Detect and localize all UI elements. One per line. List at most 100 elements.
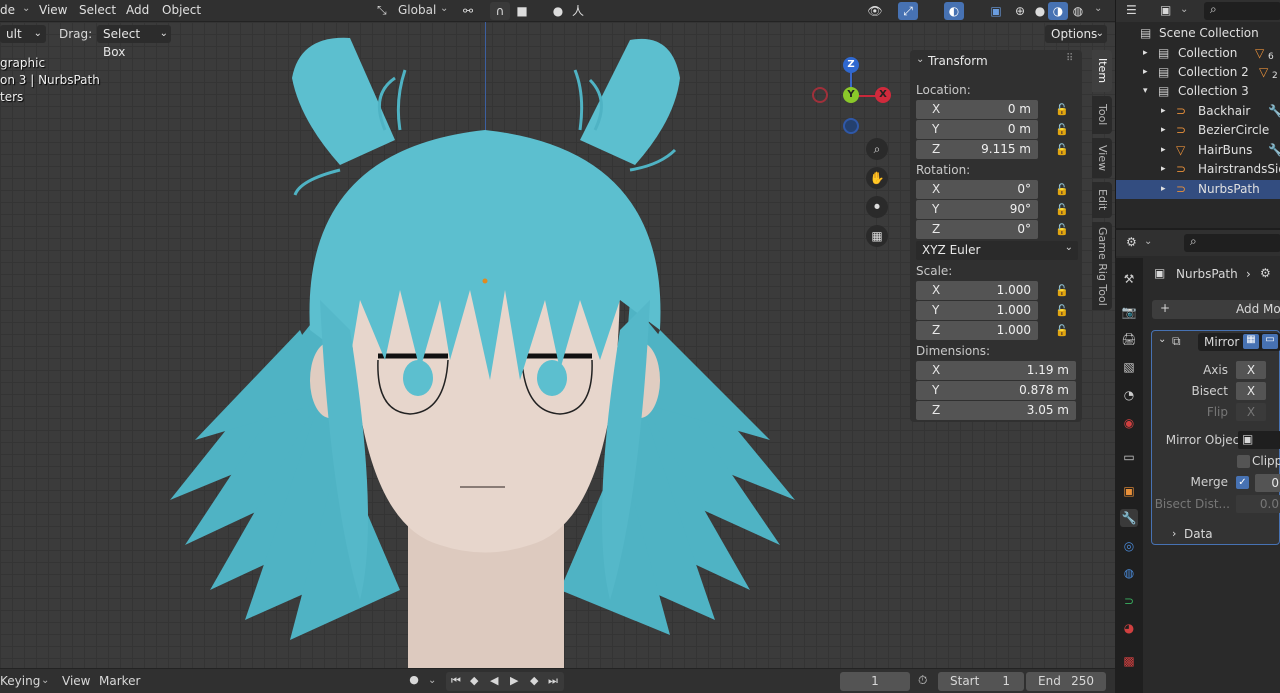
object-tab-icon[interactable]: ▣ — [1120, 482, 1138, 500]
jump-start-icon[interactable]: ⏮ — [451, 674, 461, 688]
menu-view[interactable]: View — [39, 3, 67, 17]
zoom-icon[interactable]: ⌕ — [866, 138, 888, 160]
location-x-field[interactable]: X 0 m — [916, 100, 1038, 119]
gizmo-toggle-icon[interactable]: ⤢ — [898, 2, 918, 20]
tab-edit[interactable]: Edit — [1092, 182, 1112, 218]
snap-target-icon[interactable]: ■ — [512, 2, 532, 20]
falloff-icon[interactable]: 人 — [568, 2, 588, 20]
scene-tab-icon[interactable]: ◔ — [1120, 386, 1138, 404]
hand-pan-icon[interactable]: ✋ — [866, 167, 888, 189]
dimensions-z-field[interactable]: Z 3.05 m — [916, 401, 1076, 420]
chevron-right-icon[interactable]: ▸ — [1143, 44, 1148, 63]
navigation-gizmo[interactable]: Z Y X — [810, 56, 895, 141]
edit-mode-toggle-icon[interactable]: ▦ — [1243, 334, 1259, 349]
menu-select[interactable]: Select — [79, 3, 116, 17]
tab-item[interactable]: Item — [1092, 50, 1112, 92]
outliner-item-collection[interactable]: ▸ ▤ Collection ▽ 6 — [1116, 44, 1280, 63]
menu-marker[interactable]: Marker — [99, 674, 140, 688]
bisect-x-toggle[interactable]: X — [1236, 382, 1266, 400]
lock-icon[interactable]: 🔓 — [1055, 103, 1069, 117]
dimensions-y-field[interactable]: Y 0.878 m — [916, 381, 1076, 400]
gizmo-z-axis[interactable]: Z — [843, 57, 859, 73]
chevron-right-icon[interactable]: ▸ — [1161, 121, 1166, 140]
current-frame-field[interactable]: 1 — [840, 672, 910, 691]
proportional-edit-icon[interactable]: ● — [548, 2, 568, 20]
snap-icon[interactable]: ∩ — [490, 2, 510, 20]
drag-handle-icon[interactable]: ⠿ — [1066, 53, 1073, 64]
scale-x-field[interactable]: X 1.000 — [916, 281, 1038, 300]
lock-icon[interactable]: 🔓 — [1055, 123, 1069, 137]
tool-tab-icon[interactable]: ⚒ — [1120, 270, 1138, 288]
rotation-z-field[interactable]: Z 0° — [916, 220, 1038, 239]
gizmo-y-axis[interactable]: Y — [843, 87, 859, 103]
modifier-name-field[interactable]: Mirror ▦ ▭ — [1198, 333, 1280, 351]
outliner-item-collection-3[interactable]: ▾ ▤ Collection 3 — [1116, 82, 1280, 101]
play-icon[interactable]: ▶ — [510, 674, 518, 687]
viewport-toggle-icon[interactable]: ▭ — [1262, 334, 1278, 349]
outliner-item-beziercircle[interactable]: ▸ ⊃ BezierCircle — [1116, 121, 1280, 140]
lock-icon[interactable]: 🔓 — [1055, 304, 1069, 318]
end-frame-field[interactable]: End 250 — [1026, 672, 1106, 691]
object-data-tab-icon[interactable]: ⊃ — [1120, 592, 1138, 610]
lock-icon[interactable]: 🔓 — [1055, 284, 1069, 298]
tab-view[interactable]: View — [1092, 138, 1112, 178]
menu-keying[interactable]: Keying — [0, 674, 40, 688]
location-z-field[interactable]: Z 9.115 m — [916, 140, 1038, 159]
chevron-down-icon[interactable]: ⌄ — [916, 54, 924, 65]
render-tab-icon[interactable]: 📷 — [1120, 303, 1138, 321]
lock-icon[interactable]: 🔓 — [1055, 143, 1069, 157]
location-y-field[interactable]: Y 0 m — [916, 120, 1038, 139]
axis-x-toggle[interactable]: X — [1236, 361, 1266, 379]
prev-keyframe-icon[interactable]: ◆ — [470, 674, 478, 687]
visibility-icon[interactable]: 👁 — [865, 2, 885, 20]
gizmo-neg-z[interactable] — [843, 118, 859, 134]
output-tab-icon[interactable]: 🖨 — [1120, 330, 1138, 348]
record-icon[interactable]: ● — [404, 673, 424, 691]
clipping-checkbox[interactable] — [1237, 455, 1250, 468]
lock-icon[interactable]: 🔓 — [1055, 203, 1069, 217]
material-tab-icon[interactable]: ◕ — [1120, 619, 1138, 637]
chevron-right-icon[interactable]: ▸ — [1161, 141, 1166, 160]
data-subpanel-label[interactable]: Data — [1184, 527, 1213, 541]
world-tab-icon[interactable]: ◉ — [1120, 414, 1138, 432]
chevron-down-icon[interactable]: ⌄ — [1158, 334, 1166, 345]
camera-icon[interactable]: ⏺ — [866, 196, 888, 218]
bisect-distance-field[interactable]: 0.0 — [1236, 495, 1280, 513]
rotation-y-field[interactable]: Y 90° — [916, 200, 1038, 219]
display-mode-icon[interactable]: ▣ — [1160, 3, 1171, 17]
menu-object[interactable]: Object — [162, 3, 201, 17]
scale-y-field[interactable]: Y 1.000 — [916, 301, 1038, 320]
properties-editor-icon[interactable]: ⚙ — [1126, 235, 1137, 249]
transform-orientation-dropdown[interactable]: ⤡ Global ⌄ — [374, 2, 452, 20]
pivot-point-icon[interactable]: ⚯ — [458, 2, 478, 20]
chevron-down-icon[interactable]: ▾ — [1143, 82, 1148, 101]
chevron-right-icon[interactable]: ▸ — [1161, 180, 1166, 199]
scale-z-field[interactable]: Z 1.000 — [916, 321, 1038, 340]
physics-tab-icon[interactable]: ◍ — [1120, 564, 1138, 582]
lock-icon[interactable]: 🔓 — [1055, 324, 1069, 338]
mirror-object-field[interactable]: ▣ — [1238, 431, 1280, 449]
stopwatch-icon[interactable]: ⏱ — [918, 673, 927, 688]
overlay-toggle-icon[interactable]: ◐ — [944, 2, 964, 20]
texture-tab-icon[interactable]: ▩ — [1120, 652, 1138, 670]
panel-title[interactable]: Transform — [928, 54, 988, 68]
properties-search-input[interactable]: ⌕ — [1184, 234, 1280, 252]
dimensions-x-field[interactable]: X 1.19 m — [916, 361, 1076, 380]
outliner-item-collection-2[interactable]: ▸ ▤ Collection 2 ▽ 2 — [1116, 63, 1280, 82]
gizmo-neg-x[interactable] — [812, 87, 828, 103]
outliner-item-hairstrandssides[interactable]: ▸ ⊃ HairstrandsSides — [1116, 160, 1280, 179]
chevron-right-icon[interactable]: ▸ — [1161, 160, 1166, 179]
wrench-icon[interactable]: 🔧 — [1120, 509, 1138, 527]
grid-icon[interactable]: ▦ — [866, 225, 888, 247]
wireframe-shading-icon[interactable]: ⊕ — [1010, 2, 1030, 20]
gizmo-x-axis[interactable]: X — [875, 87, 891, 103]
xray-toggle-icon[interactable]: ▣ — [986, 2, 1006, 20]
collection-tab-icon[interactable]: ▭ — [1120, 448, 1138, 466]
jump-end-icon[interactable]: ⏭ — [548, 674, 558, 688]
solid-shading-icon[interactable]: ● — [1030, 2, 1050, 20]
material-shading-icon[interactable]: ◑ — [1048, 2, 1068, 20]
view-layer-tab-icon[interactable]: ▧ — [1120, 358, 1138, 376]
lock-icon[interactable]: 🔓 — [1055, 183, 1069, 197]
rotation-x-field[interactable]: X 0° — [916, 180, 1038, 199]
outliner-item-nurbspath[interactable]: ▸ ⊃ NurbsPath — [1116, 180, 1280, 199]
